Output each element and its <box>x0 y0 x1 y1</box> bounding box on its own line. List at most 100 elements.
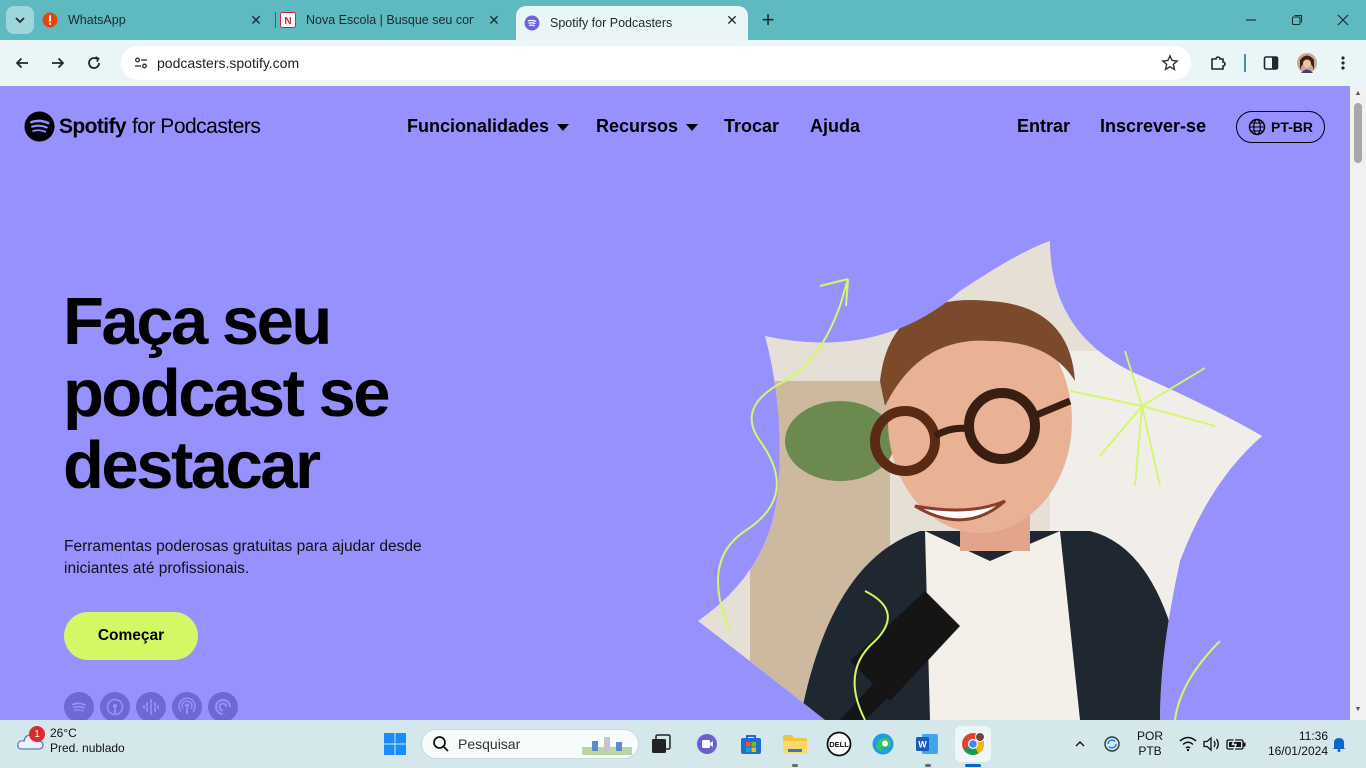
pocket-casts-icon <box>208 692 238 720</box>
running-indicator <box>792 764 798 767</box>
site-info-icon[interactable] <box>129 51 153 75</box>
clock-time: 11:36 <box>1298 729 1328 743</box>
nav-help[interactable]: Ajuda <box>810 116 860 137</box>
clock[interactable]: 11:36 16/01/2024 <box>1256 729 1328 759</box>
edge-icon <box>872 733 894 755</box>
new-tab-button[interactable]: + <box>756 7 780 32</box>
close-icon <box>1337 14 1349 26</box>
wifi-icon <box>1179 736 1197 752</box>
bell-icon <box>1332 738 1346 752</box>
caret-down-icon <box>557 124 570 131</box>
get-started-button[interactable]: Começar <box>64 612 198 660</box>
battery-button[interactable] <box>1224 720 1248 768</box>
file-explorer-button[interactable] <box>779 728 811 760</box>
tab-whatsapp[interactable]: WhatsApp ✕ <box>42 0 272 40</box>
spotify-for-podcasters-logo[interactable]: Spotify for Podcasters <box>24 111 261 142</box>
microsoft-store-button[interactable] <box>735 728 767 760</box>
volume-button[interactable] <box>1200 720 1222 768</box>
battery-icon <box>1226 737 1246 751</box>
bookmark-star-icon[interactable] <box>1161 54 1179 77</box>
minimize-button[interactable] <box>1228 0 1274 40</box>
chat-icon <box>697 734 717 754</box>
brand-name: Spotify <box>59 114 127 138</box>
apple-podcasts-icon <box>100 692 130 720</box>
side-panel-icon <box>1263 56 1279 70</box>
active-indicator <box>965 764 981 767</box>
svg-text:W: W <box>918 740 927 750</box>
chrome-button[interactable] <box>955 726 991 762</box>
taskbar-search[interactable]: Pesquisar <box>421 729 639 759</box>
hero-title-line: Faça seu <box>63 284 332 359</box>
tab-separator <box>275 12 276 28</box>
hero-title: Faça seu podcast se destacar <box>63 286 483 502</box>
close-window-button[interactable] <box>1320 0 1366 40</box>
page-scrollbar[interactable]: ▲ ▼ <box>1350 86 1366 720</box>
tab-nova-escola[interactable]: N Nova Escola | Busque seu conte ✕ <box>280 0 510 40</box>
windows-icon <box>384 733 406 755</box>
scrollbar-thumb[interactable] <box>1354 103 1362 163</box>
edge-button[interactable] <box>867 728 899 760</box>
network-button[interactable] <box>1176 720 1200 768</box>
nav-features-label: Funcionalidades <box>407 116 550 136</box>
nav-help-label: Ajuda <box>810 116 861 136</box>
login-link[interactable]: Entrar <box>1017 116 1070 137</box>
back-button[interactable] <box>7 48 37 78</box>
weather-widget[interactable]: 1 26°C Pred. nublado <box>16 726 125 756</box>
dell-icon: DELL <box>826 731 852 757</box>
tab-strip: WhatsApp ✕ N Nova Escola | Busque seu co… <box>0 0 1366 40</box>
restore-button[interactable] <box>1274 0 1320 40</box>
reload-button[interactable] <box>79 48 109 78</box>
nav-resources[interactable]: Recursos <box>596 116 699 137</box>
word-button[interactable]: W <box>911 728 943 760</box>
language-button[interactable]: PT-BR <box>1236 111 1325 143</box>
sync-tray-button[interactable] <box>1100 720 1124 768</box>
scroll-down-icon[interactable]: ▼ <box>1354 706 1362 714</box>
svg-text:N: N <box>284 16 291 27</box>
browser-toolbar: podcasters.spotify.com <box>0 40 1366 86</box>
scroll-up-icon[interactable]: ▲ <box>1354 90 1362 98</box>
extensions-button[interactable] <box>1203 48 1233 78</box>
minimize-icon <box>1246 19 1256 21</box>
arrow-right-icon <box>52 57 65 69</box>
dell-app-button[interactable]: DELL <box>823 728 855 760</box>
weather-temp: 26°C <box>50 726 77 740</box>
toolbar-divider <box>1244 54 1246 72</box>
sync-icon <box>1104 736 1120 752</box>
show-hidden-icons-button[interactable] <box>1068 720 1092 768</box>
chevron-down-icon <box>15 17 25 24</box>
address-bar[interactable]: podcasters.spotify.com <box>121 46 1191 80</box>
language-code: POR <box>1136 729 1163 743</box>
nav-switch[interactable]: Trocar <box>724 116 779 137</box>
svg-text:DELL: DELL <box>829 740 849 749</box>
close-icon[interactable]: ✕ <box>486 12 502 28</box>
tab-search-button[interactable] <box>6 6 34 34</box>
input-language-indicator[interactable]: POR PTB <box>1134 729 1166 759</box>
nav-features[interactable]: Funcionalidades <box>407 116 570 137</box>
close-icon[interactable]: ✕ <box>724 12 740 28</box>
notifications-button[interactable] <box>1329 720 1349 768</box>
browser-menu-button[interactable] <box>1328 48 1358 78</box>
profile-avatar[interactable] <box>1292 48 1322 78</box>
url-text: podcasters.spotify.com <box>157 55 300 71</box>
side-panel-button[interactable] <box>1256 48 1286 78</box>
signup-link[interactable]: Inscrever-se <box>1100 116 1206 137</box>
task-view-button[interactable] <box>645 728 677 760</box>
close-icon[interactable]: ✕ <box>248 12 264 28</box>
start-button[interactable] <box>379 728 411 760</box>
weather-description: Pred. nublado <box>50 741 125 755</box>
webpage: Spotify for Podcasters Funcionalidades R… <box>0 86 1350 720</box>
task-view-icon <box>652 734 671 753</box>
spotify-icon <box>64 692 94 720</box>
nav-resources-label: Recursos <box>596 116 679 136</box>
platform-icons <box>64 692 244 720</box>
forward-button[interactable] <box>43 48 73 78</box>
tab-title: Nova Escola | Busque seu conte <box>306 13 474 27</box>
hero-title-line: podcast se <box>63 356 391 431</box>
running-indicator <box>925 764 931 767</box>
tab-spotify-podcasters[interactable]: Spotify for Podcasters ✕ <box>516 6 748 40</box>
teams-chat-button[interactable] <box>691 728 723 760</box>
login-label: Entrar <box>1017 116 1071 136</box>
hero-podcaster-image <box>698 241 1262 720</box>
reload-icon <box>88 56 100 69</box>
notification-badge: 1 <box>29 726 45 742</box>
